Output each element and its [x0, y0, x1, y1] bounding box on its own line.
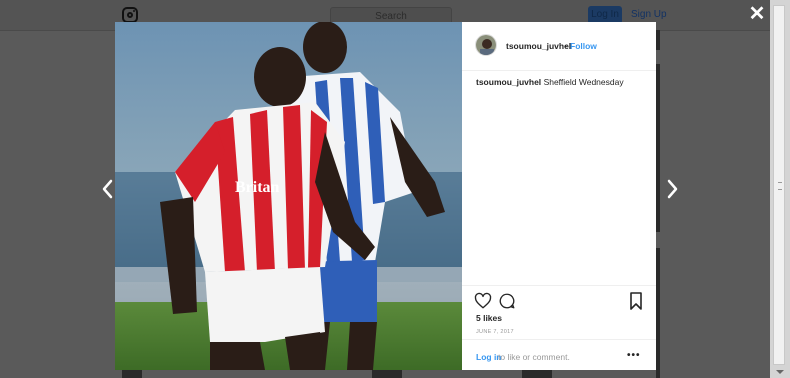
comment-button[interactable] [498, 292, 516, 310]
svg-text:Britan: Britan [235, 179, 280, 196]
more-options-icon[interactable]: ••• [627, 350, 641, 361]
save-button[interactable] [629, 292, 643, 310]
post-modal: Britan tsoumou_juvhel • Follow tsoumou_j… [115, 22, 656, 370]
bookmark-icon [630, 292, 642, 310]
chevron-left-icon [102, 179, 113, 199]
post-username[interactable]: tsoumou_juvhel [506, 41, 571, 51]
post-sidebar: tsoumou_juvhel • Follow tsoumou_juvhel S… [462, 22, 656, 370]
scroll-thumb[interactable] [773, 5, 785, 365]
like-button[interactable] [474, 292, 492, 310]
separator-dot: • [564, 41, 567, 51]
heart-icon [474, 292, 492, 309]
scroll-down-arrow-icon[interactable] [776, 370, 784, 374]
post-photo: Britan [115, 22, 462, 370]
post-actions: 5 likes JUNE 7, 2017 Log in to like or c… [462, 285, 656, 371]
caption-username[interactable]: tsoumou_juvhel [476, 77, 541, 87]
follow-button[interactable]: Follow [570, 41, 597, 51]
post-header: tsoumou_juvhel • Follow [462, 22, 656, 71]
avatar-image [476, 35, 496, 55]
instagram-logo-icon [122, 7, 138, 23]
login-prompt-text: to like or comment. [498, 352, 570, 362]
comment-icon [499, 293, 515, 309]
previous-post-button[interactable] [100, 178, 114, 200]
post-caption: tsoumou_juvhel Sheffield Wednesday [476, 77, 624, 87]
likes-count[interactable]: 5 likes [476, 313, 502, 323]
football-photo: Britan [115, 22, 462, 370]
caption-text: Sheffield Wednesday [543, 77, 624, 87]
post-date: JUNE 7, 2017 [476, 329, 514, 335]
page-scrollbar[interactable] [770, 0, 790, 378]
login-prompt: Log in to like or comment. ••• [462, 339, 656, 372]
avatar[interactable] [475, 34, 497, 56]
next-post-button[interactable] [666, 178, 680, 200]
close-button[interactable]: ✕ [747, 4, 767, 24]
chevron-right-icon [667, 179, 678, 199]
scroll-grip-icon [778, 182, 782, 190]
